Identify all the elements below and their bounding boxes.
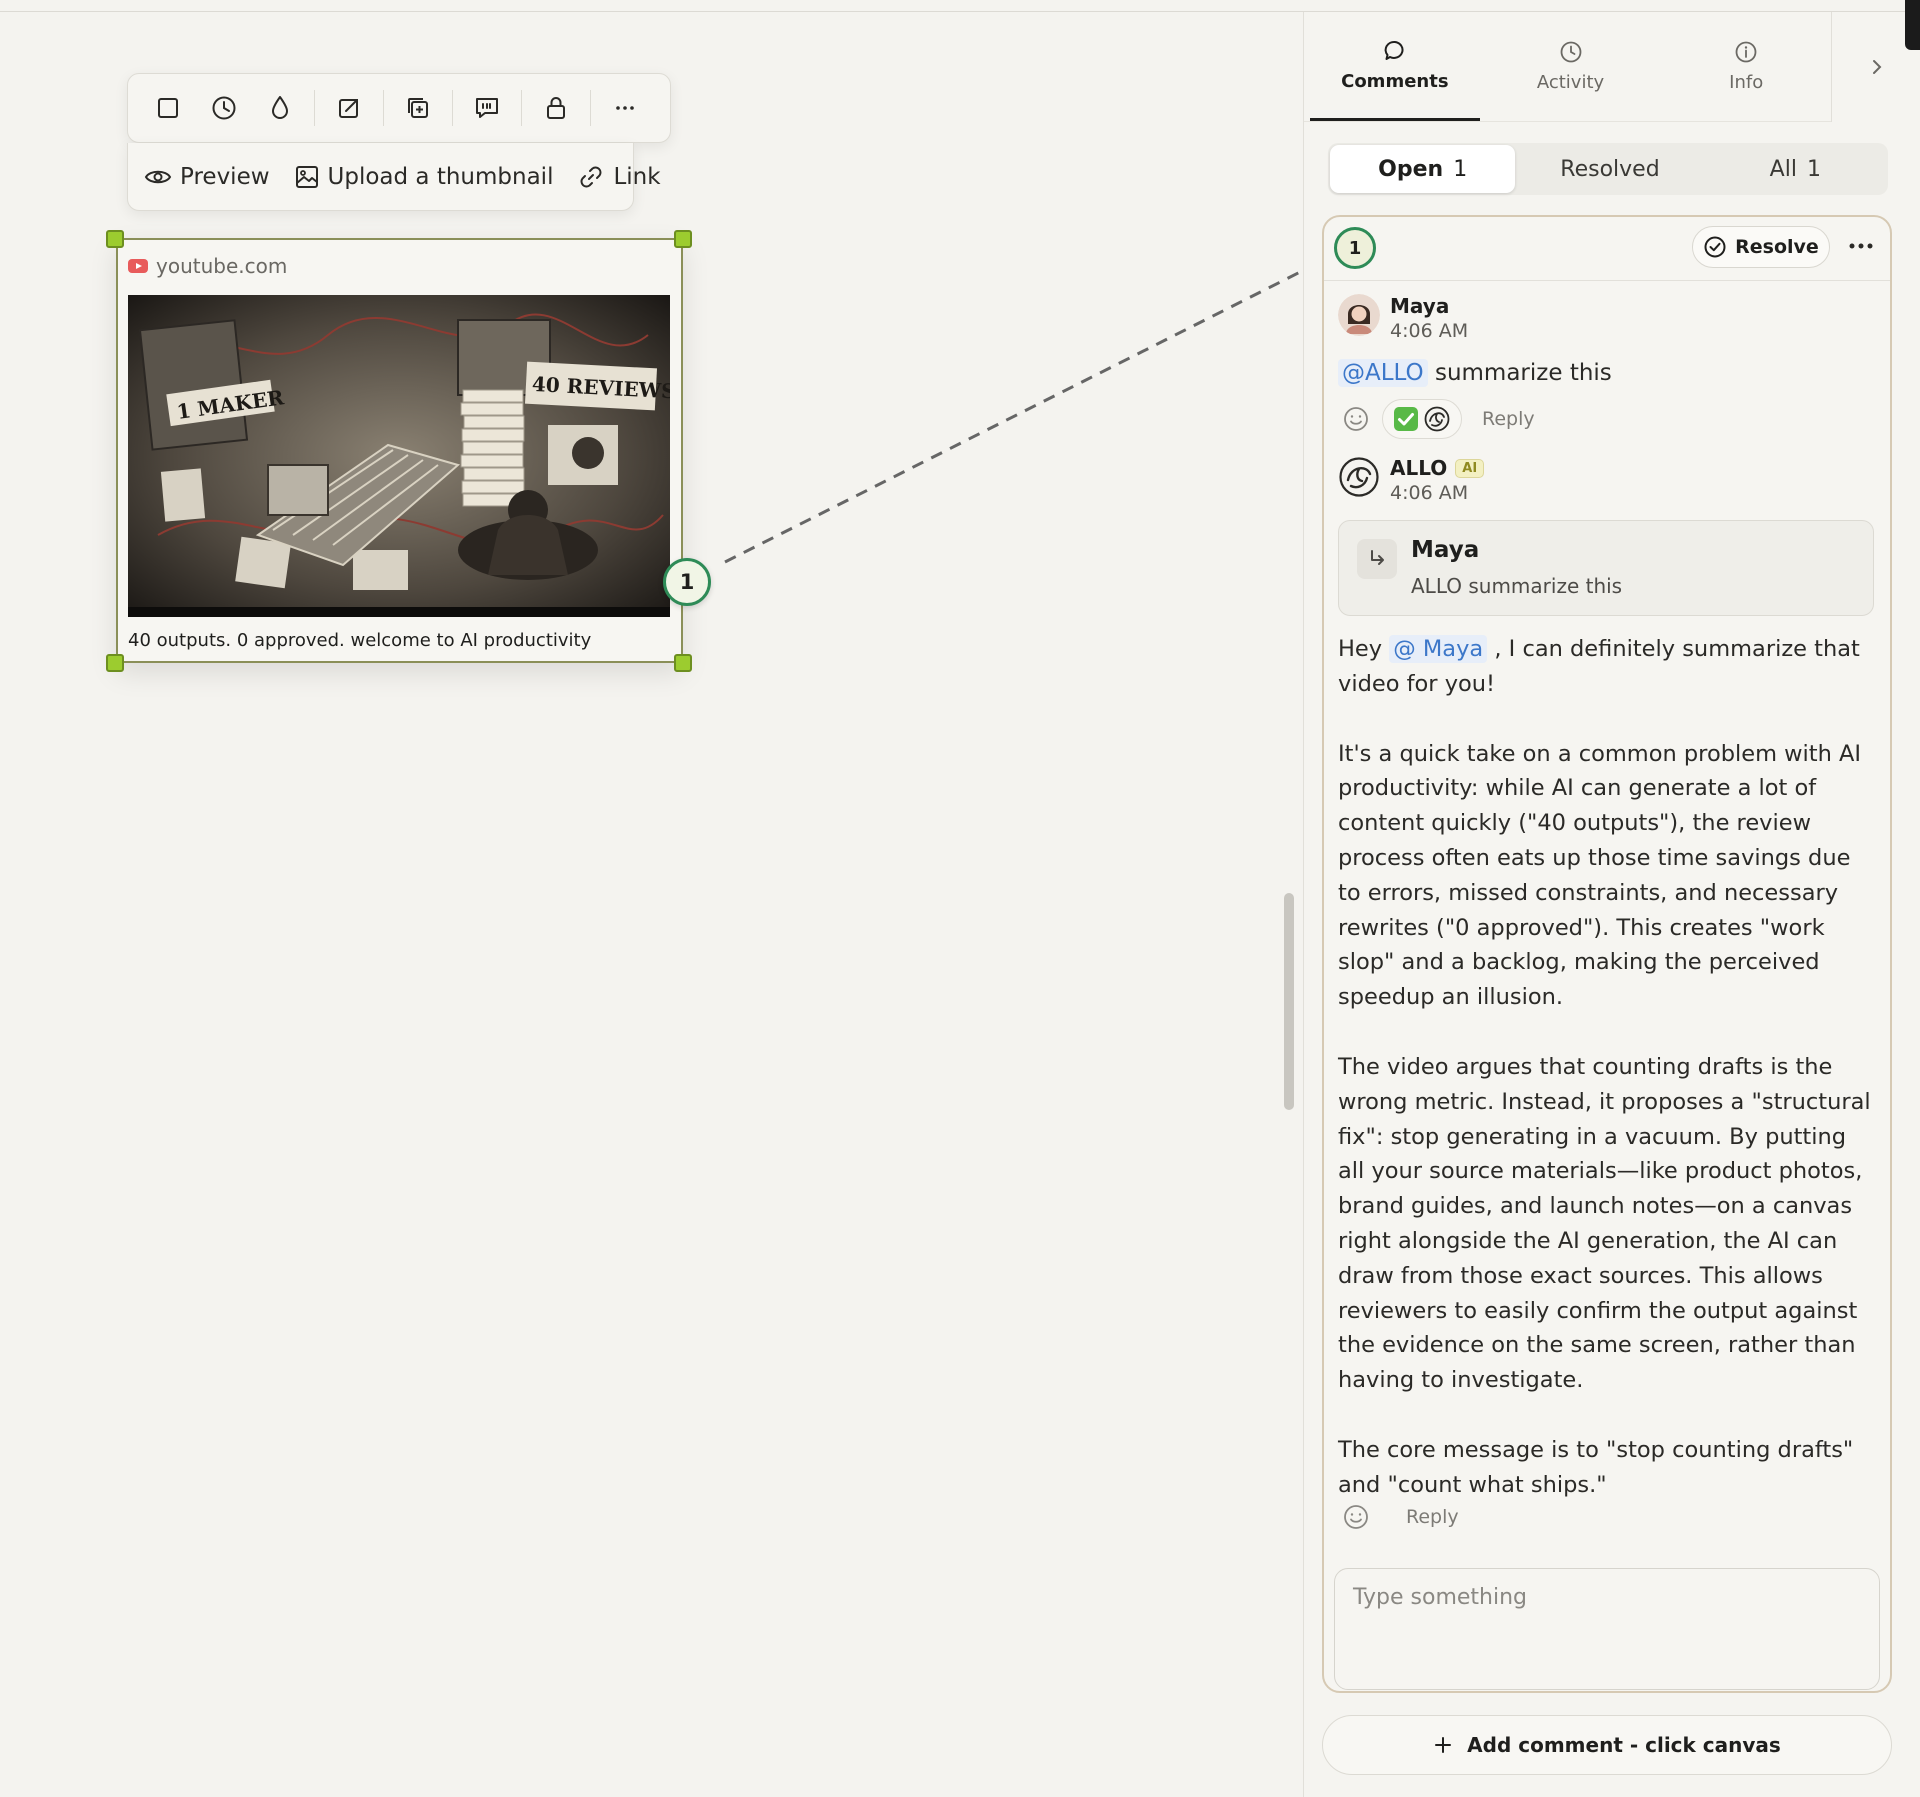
window-edge	[1905, 0, 1920, 50]
message-author-maya: Maya 4:06 AM	[1338, 294, 1468, 342]
tab-info[interactable]: Info	[1661, 12, 1831, 121]
reply-paragraph: The core message is to "stop counting dr…	[1338, 1436, 1854, 1498]
mention-maya[interactable]: @ Maya	[1389, 635, 1488, 663]
message-body: @ALLO summarize this	[1338, 359, 1612, 387]
allo-logo-icon	[1424, 406, 1450, 432]
tab-activity[interactable]: Activity	[1486, 12, 1656, 121]
author-name: ALLO	[1390, 456, 1448, 480]
card-caption: 40 outputs. 0 approved. welcome to AI pr…	[128, 630, 592, 651]
add-comment-label: Add comment - click canvas	[1467, 1733, 1781, 1757]
resolve-button[interactable]: Resolve	[1692, 226, 1830, 268]
comments-panel: Comments Activity Info Open 1 Resolved A…	[1303, 12, 1920, 1797]
quote-author: Maya	[1411, 537, 1480, 563]
comment-textarea[interactable]	[1335, 1569, 1879, 1689]
comment-pin-number: 1	[679, 570, 695, 594]
comment-icon	[1384, 40, 1404, 60]
check-mark-emoji-icon	[1394, 407, 1418, 431]
resize-handle-top-right[interactable]	[674, 230, 692, 248]
filter-open-count: 1	[1453, 156, 1468, 182]
avatar[interactable]	[1338, 294, 1380, 336]
greeting-prefix: Hey	[1338, 636, 1383, 662]
thread-header: 1 Resolve	[1324, 217, 1890, 281]
reaction-pill[interactable]	[1382, 399, 1462, 439]
filter-open-label: Open	[1378, 156, 1444, 182]
filter-all-count: 1	[1806, 156, 1821, 182]
tab-comments-label: Comments	[1341, 70, 1449, 92]
comment-filter: Open 1 Resolved All 1	[1328, 143, 1888, 195]
tab-activity-label: Activity	[1536, 72, 1605, 93]
quoted-message[interactable]: Maya ALLO summarize this	[1338, 520, 1874, 616]
link-card[interactable]: youtube.com 1 MAKER 40 REVIEWS 40 output…	[116, 238, 683, 663]
video-thumbnail[interactable]: 1 MAKER 40 REVIEWS	[128, 295, 670, 617]
resize-handle-top-left[interactable]	[106, 230, 124, 248]
plus-icon	[1435, 1737, 1452, 1753]
clock-icon	[1560, 41, 1581, 63]
tab-info-label: Info	[1729, 72, 1764, 93]
thumbnail-illustration: 1 MAKER 40 REVIEWS	[128, 295, 670, 617]
filter-resolved-label: Resolved	[1560, 156, 1660, 182]
resize-handle-bottom-right[interactable]	[674, 654, 692, 672]
panel-tabs: Comments Activity Info	[1304, 12, 1831, 122]
allo-logo-icon	[1339, 457, 1379, 497]
message-time: 4:06 AM	[1390, 482, 1469, 504]
comment-thread: 1 Resolve Maya 4:06 AM @ALLO summarize t…	[1322, 215, 1892, 1693]
info-icon	[1735, 41, 1757, 63]
thread-more-button[interactable]	[1844, 231, 1878, 261]
resize-handle-bottom-left[interactable]	[106, 654, 124, 672]
reply-paragraph: It's a quick take on a common problem wi…	[1338, 740, 1862, 1011]
filter-resolved[interactable]: Resolved	[1517, 143, 1702, 195]
message-author-allo: ALLO AI 4:06 AM	[1338, 456, 1485, 504]
chevron-right-icon	[1872, 60, 1881, 74]
message-time: 4:06 AM	[1390, 320, 1469, 342]
mention-allo[interactable]: @ALLO	[1338, 359, 1428, 387]
ai-reply-body: Hey @ Maya , I can definitely summarize …	[1338, 632, 1878, 1538]
reply-button[interactable]: Reply	[1482, 408, 1535, 430]
reply-paragraph: The video argues that counting drafts is…	[1338, 1053, 1871, 1394]
youtube-icon	[128, 259, 148, 273]
comment-pin[interactable]: 1	[663, 558, 711, 606]
card-source: youtube.com	[128, 254, 287, 278]
comment-input[interactable]	[1334, 1568, 1880, 1690]
message-actions: Reply	[1342, 399, 1535, 439]
author-name: Maya	[1390, 294, 1450, 318]
ai-badge: AI	[1455, 458, 1485, 478]
emoji-icon[interactable]	[1342, 405, 1370, 433]
canvas-scrollbar[interactable]	[1284, 893, 1294, 1110]
card-source-label: youtube.com	[156, 254, 288, 278]
message-text: summarize this	[1434, 360, 1612, 386]
thread-number: 1	[1348, 237, 1362, 259]
filter-all-label: All	[1769, 156, 1797, 182]
filter-all[interactable]: All 1	[1703, 143, 1888, 195]
emoji-icon[interactable]	[1342, 1503, 1370, 1531]
reply-arrow-icon	[1357, 539, 1397, 579]
thread-number-badge[interactable]: 1	[1334, 227, 1376, 269]
reply-button[interactable]: Reply	[1406, 1506, 1459, 1528]
check-circle-icon	[1704, 236, 1726, 258]
avatar[interactable]	[1338, 456, 1380, 498]
quote-text: ALLO summarize this	[1411, 574, 1623, 598]
more-horizontal-icon	[1849, 243, 1873, 249]
message-actions: Reply	[1342, 1503, 1459, 1531]
filter-open[interactable]: Open 1	[1330, 145, 1516, 193]
avatar-image	[1338, 294, 1380, 336]
add-comment-button[interactable]: Add comment - click canvas	[1322, 1715, 1892, 1775]
tab-comments[interactable]: Comments	[1310, 12, 1480, 121]
resolve-label: Resolve	[1735, 236, 1819, 258]
